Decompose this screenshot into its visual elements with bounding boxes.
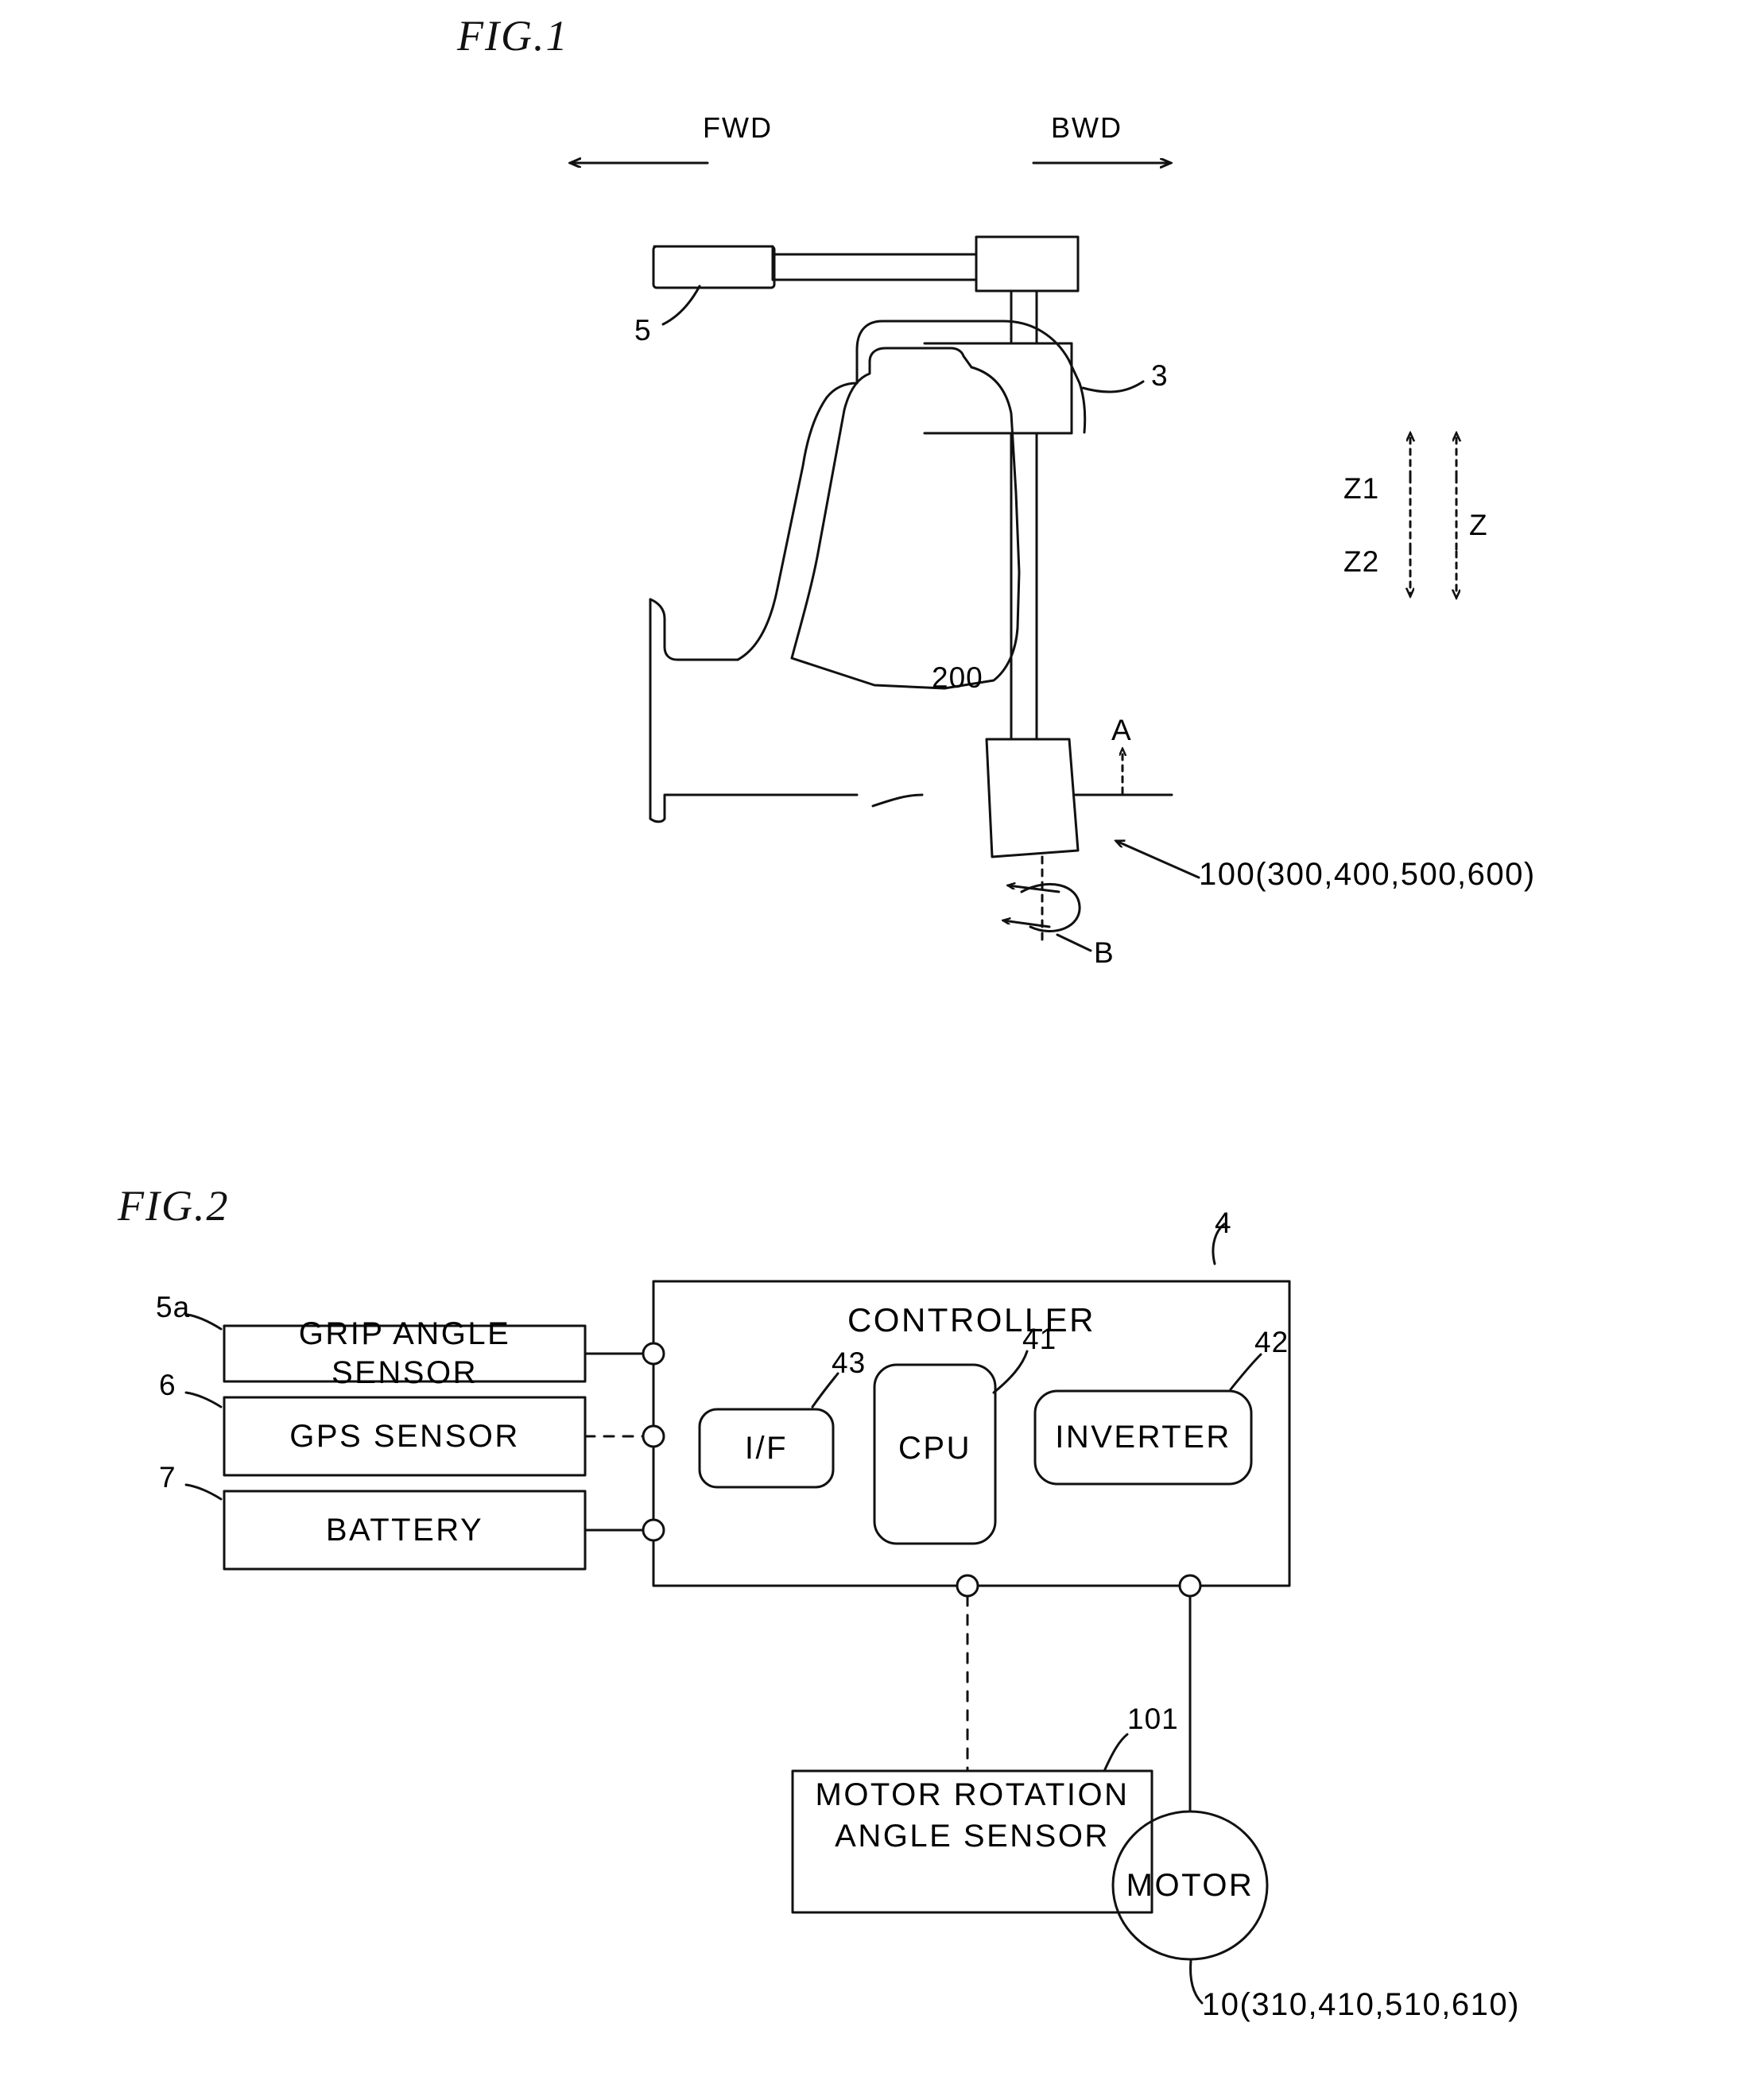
z-axis-arrows — [1410, 433, 1456, 598]
vehicle-body-right-contour — [943, 366, 1087, 690]
tilt-axis-A — [1074, 749, 1173, 796]
steering-head-box — [975, 235, 1080, 293]
controller-label: CONTROLLER — [847, 1301, 1096, 1339]
support-post — [1010, 432, 1038, 741]
ref-200: 200 — [932, 661, 983, 694]
ref-101: 101 — [1127, 1703, 1179, 1735]
if-label: I/F — [744, 1430, 789, 1466]
drive-unit-100 — [985, 738, 1080, 858]
ref-4: 4 — [1215, 1207, 1232, 1239]
battery-label: BATTERY — [325, 1512, 484, 1548]
ref-3: 3 — [1151, 359, 1169, 392]
mras-label-line1: MOTOR ROTATION — [815, 1776, 1130, 1812]
leader-101 — [1103, 1733, 1129, 1771]
leader-42 — [1229, 1353, 1262, 1391]
leader-7 — [184, 1483, 223, 1501]
leader-200 — [871, 793, 924, 808]
axis-label-z2: Z2 — [1343, 545, 1380, 578]
leader-3 — [1081, 380, 1145, 393]
figure-1-title: FIG.1 — [457, 12, 569, 60]
inverter-label: INVERTER — [1055, 1420, 1231, 1455]
port-node-battery — [642, 1518, 665, 1542]
port-node-grip — [642, 1342, 665, 1366]
ref-5: 5 — [634, 314, 652, 347]
axis-label-z: Z — [1469, 509, 1488, 541]
rotation-label-b: B — [1094, 936, 1115, 969]
leader-100 — [1116, 841, 1200, 879]
bwd-label: BWD — [1051, 111, 1122, 144]
handlebar-tube — [773, 253, 978, 281]
ref-42: 42 — [1254, 1326, 1289, 1358]
ref-41: 41 — [1022, 1323, 1057, 1355]
port-node-motor — [1178, 1574, 1202, 1598]
grip-angle-sensor-label: GRIP ANGLE SENSOR — [298, 1316, 511, 1390]
vehicle-body-outline-200 — [649, 320, 1081, 823]
ref-5a: 5a — [156, 1291, 191, 1323]
leader-41 — [992, 1350, 1029, 1394]
patent-drawing-sheet: FIG.1 FIG.2 FWD BWD 5 3 200 100(300,400,… — [0, 0, 1737, 2100]
ref-7: 7 — [159, 1461, 176, 1494]
grip-body — [652, 245, 776, 289]
steering-column-upper — [1010, 289, 1038, 345]
ref-43: 43 — [832, 1346, 867, 1379]
motor-label: MOTOR — [1126, 1867, 1254, 1903]
mras-label-line2: ANGLE SENSOR — [835, 1818, 1110, 1854]
port-node-gps — [642, 1424, 665, 1448]
figure-2-title: FIG.2 — [118, 1182, 230, 1230]
ref-100: 100(300,400,500,600) — [1199, 857, 1536, 892]
steering-housing — [923, 342, 1073, 435]
fwd-label: FWD — [703, 111, 773, 144]
cpu-label: CPU — [898, 1430, 971, 1466]
ref-6: 6 — [159, 1369, 176, 1401]
gps-sensor-label: GPS SENSOR — [289, 1418, 520, 1454]
leader-5a — [186, 1313, 223, 1331]
port-node-mras — [956, 1574, 979, 1598]
rotation-axis-B — [1003, 855, 1092, 952]
leader-10 — [1189, 1959, 1204, 2005]
leader-5 — [661, 285, 701, 326]
leader-6 — [184, 1391, 223, 1408]
tilt-label-a: A — [1111, 714, 1132, 746]
axis-label-z1: Z1 — [1343, 472, 1380, 505]
vehicle-seat-inner-contour — [790, 347, 973, 690]
ref-10: 10(310,410,510,610) — [1202, 1987, 1520, 2022]
